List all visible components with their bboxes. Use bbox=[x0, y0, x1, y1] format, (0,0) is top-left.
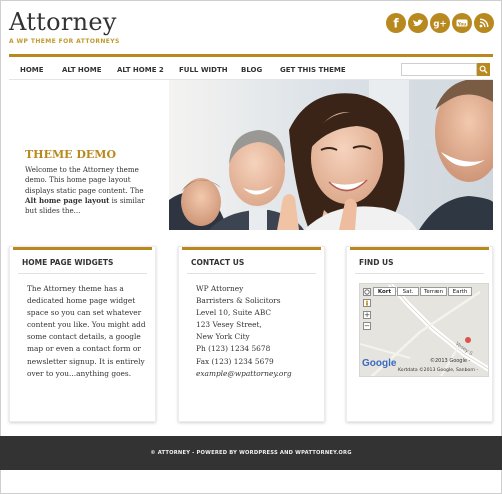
svg-text:f: f bbox=[393, 17, 399, 31]
google-map[interactable]: Kort Sat. Terræn Earth + − Vesey S Googl… bbox=[359, 283, 489, 377]
contact-line: Level 10, Suite ABC bbox=[196, 308, 272, 318]
youtube-icon[interactable]: You bbox=[452, 13, 472, 33]
widget-accent-bar bbox=[13, 247, 152, 250]
hero-heading: THEME DEMO bbox=[25, 148, 117, 161]
search-button[interactable] bbox=[477, 63, 490, 76]
contact-line: Ph (123) 1234 5678 bbox=[196, 344, 271, 354]
contact-line: Barristers & Solicitors bbox=[196, 296, 281, 306]
google-plus-icon[interactable]: g+ bbox=[430, 13, 450, 33]
map-type-terrain[interactable]: Terræn bbox=[420, 287, 447, 296]
twitter-icon[interactable] bbox=[408, 13, 428, 33]
svg-text:You: You bbox=[457, 21, 467, 26]
widget-accent-bar bbox=[182, 247, 321, 250]
contact-line: Fax (123) 1234 5679 bbox=[196, 356, 274, 366]
rss-icon[interactable] bbox=[474, 13, 494, 33]
contact-line: 123 Vesey Street, bbox=[196, 320, 262, 330]
nav-alt-home-2[interactable]: ALT HOME 2 bbox=[117, 66, 164, 74]
svg-text:g+: g+ bbox=[433, 20, 446, 30]
nav-home[interactable]: HOME bbox=[20, 66, 44, 74]
site-title[interactable]: Attorney bbox=[9, 8, 117, 36]
home-page-widgets: HOME PAGE WIDGETS The Attorney theme has… bbox=[9, 246, 156, 422]
widget-title: FIND US bbox=[359, 258, 394, 267]
facebook-icon[interactable]: f bbox=[386, 13, 406, 33]
footer-credits: © ATTORNEY - POWERED BY WORDPRESS AND WP… bbox=[150, 450, 352, 456]
nav-get-this-theme[interactable]: GET THIS THEME bbox=[280, 66, 346, 74]
map-type-sat[interactable]: Sat. bbox=[397, 287, 419, 296]
pegman-icon[interactable] bbox=[363, 299, 371, 307]
site-footer: © ATTORNEY - POWERED BY WORDPRESS AND WP… bbox=[0, 436, 502, 470]
contact-us-widget: CONTACT US WP Attorney Barristers & Soli… bbox=[178, 246, 325, 422]
map-type-earth[interactable]: Earth bbox=[448, 287, 472, 296]
search-icon bbox=[479, 65, 488, 74]
map-pan-control[interactable] bbox=[363, 288, 371, 296]
divider bbox=[355, 273, 484, 274]
contact-email-link[interactable]: example@wpattorney.org bbox=[196, 368, 320, 380]
hero-text-panel: THEME DEMO Welcome to the Attorney theme… bbox=[9, 80, 169, 230]
google-logo[interactable]: Google bbox=[362, 358, 396, 369]
main-nav: HOME ALT HOME ALT HOME 2 FULL WIDTH BLOG… bbox=[9, 54, 493, 80]
widget-title: HOME PAGE WIDGETS bbox=[22, 258, 114, 267]
site-tagline: A WP THEME FOR ATTORNEYS bbox=[9, 38, 120, 45]
nav-alt-home[interactable]: ALT HOME bbox=[62, 66, 102, 74]
widget-title: CONTACT US bbox=[191, 258, 245, 267]
map-attribution[interactable]: Kortdata ©2013 Google, Sanborn - bbox=[398, 368, 478, 373]
hero-photo bbox=[169, 80, 493, 230]
hero-body: Welcome to the Attorney theme demo. This… bbox=[25, 165, 157, 216]
contact-line: New York City bbox=[196, 332, 250, 342]
contact-line: WP Attorney bbox=[196, 284, 244, 293]
search-input[interactable] bbox=[401, 63, 477, 76]
nav-blog[interactable]: BLOG bbox=[241, 66, 262, 74]
widget-body: The Attorney theme has a dedicated home … bbox=[27, 284, 146, 378]
hero-body-bold[interactable]: Alt home page layout bbox=[25, 196, 109, 205]
zoom-out-button[interactable]: − bbox=[363, 322, 371, 330]
divider bbox=[18, 273, 147, 274]
widget-accent-bar bbox=[350, 247, 489, 250]
contact-details: WP Attorney Barristers & Solicitors Leve… bbox=[196, 283, 320, 380]
nav-full-width[interactable]: FULL WIDTH bbox=[179, 66, 228, 74]
map-type-kort[interactable]: Kort bbox=[373, 287, 396, 296]
map-copyright: ©2013 Google - bbox=[430, 358, 471, 364]
hero-section: THEME DEMO Welcome to the Attorney theme… bbox=[9, 80, 493, 230]
zoom-in-button[interactable]: + bbox=[363, 311, 371, 319]
divider bbox=[187, 273, 316, 274]
hero-body-text: Welcome to the Attorney theme demo. This… bbox=[25, 165, 144, 195]
find-us-widget: FIND US Kort Sat. Terræn Earth + − Vesey… bbox=[346, 246, 493, 422]
